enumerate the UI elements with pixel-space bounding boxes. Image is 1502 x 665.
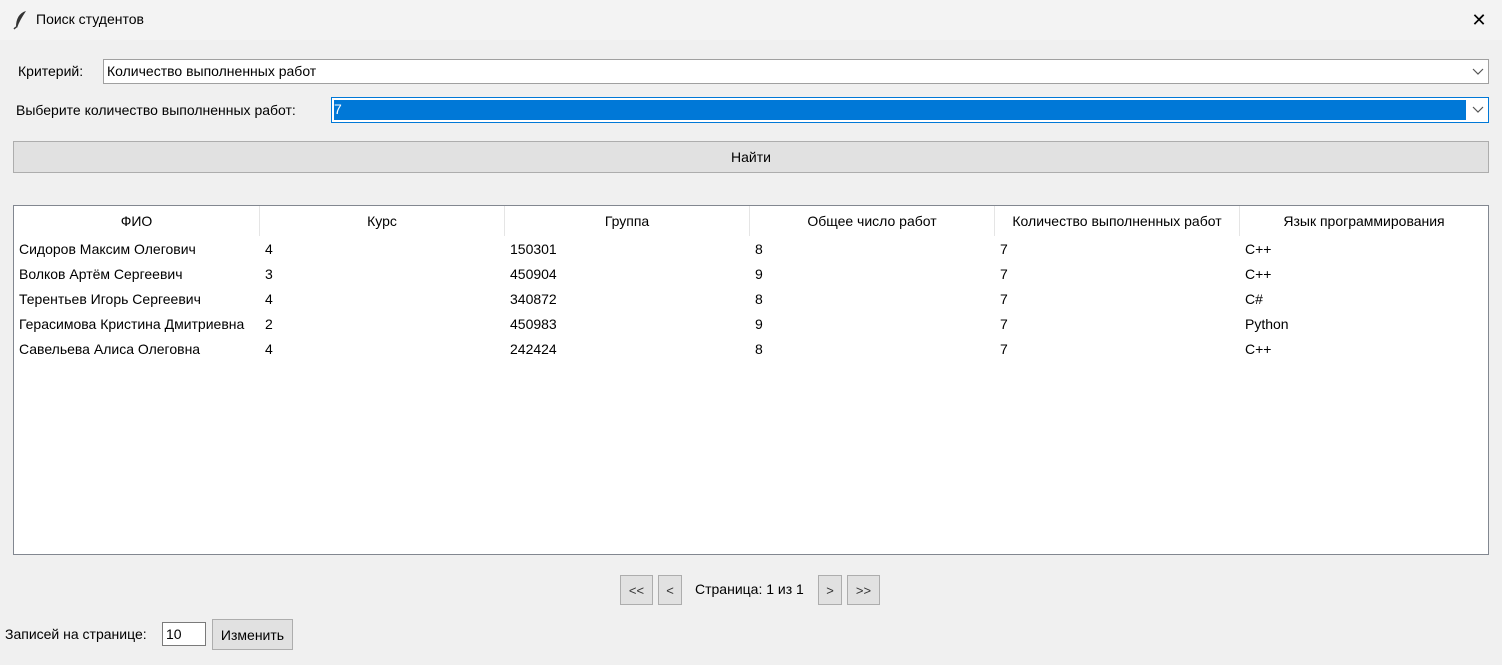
criteria-label: Критерий:	[18, 63, 84, 79]
chevron-down-icon[interactable]	[1468, 98, 1488, 122]
selection-highlight	[334, 100, 1466, 120]
column-header-group[interactable]: Группа	[505, 206, 750, 236]
count-select-label: Выберите количество выполненных работ:	[16, 102, 296, 118]
next-page-button[interactable]: >	[818, 575, 842, 605]
table-row[interactable]: Герасимова Кристина Дмитриевна 2 450983 …	[14, 312, 1488, 337]
find-button[interactable]: Найти	[13, 141, 1489, 173]
cell-course: 3	[265, 266, 273, 282]
results-table: ФИО Курс Группа Общее число работ Количе…	[13, 205, 1489, 555]
table-row[interactable]: Савельева Алиса Олеговна 4 242424 8 7 C+…	[14, 337, 1488, 362]
cell-total-works: 8	[755, 341, 763, 357]
cell-fio: Терентьев Игорь Сергеевич	[19, 291, 201, 307]
cell-fio: Герасимова Кристина Дмитриевна	[19, 316, 245, 332]
cell-total-works: 8	[755, 291, 763, 307]
cell-language: C++	[1245, 241, 1272, 257]
column-header-completed-works[interactable]: Количество выполненных работ	[995, 206, 1240, 236]
cell-total-works: 8	[755, 241, 763, 257]
feather-icon	[13, 11, 26, 30]
records-per-page-input[interactable]	[162, 622, 206, 646]
cell-language: C++	[1245, 266, 1272, 282]
table-row[interactable]: Волков Артём Сергеевич 3 450904 9 7 C++	[14, 262, 1488, 287]
cell-completed-works: 7	[1000, 341, 1008, 357]
last-page-button[interactable]: >>	[847, 575, 880, 605]
chevron-down-icon[interactable]	[1468, 60, 1488, 83]
column-header-language[interactable]: Язык программирования	[1240, 206, 1488, 236]
cell-total-works: 9	[755, 316, 763, 332]
cell-fio: Волков Артём Сергеевич	[19, 266, 183, 282]
prev-page-button[interactable]: <	[658, 575, 682, 605]
first-page-button[interactable]: <<	[620, 575, 653, 605]
cell-completed-works: 7	[1000, 291, 1008, 307]
table-row[interactable]: Сидоров Максим Олегович 4 150301 8 7 C++	[14, 237, 1488, 262]
column-header-fio[interactable]: ФИО	[14, 206, 260, 236]
records-per-page-label: Записей на странице:	[5, 626, 147, 642]
change-button[interactable]: Изменить	[212, 619, 293, 650]
table-header: ФИО Курс Группа Общее число работ Количе…	[14, 206, 1488, 236]
cell-language: Python	[1245, 316, 1289, 332]
cell-completed-works: 7	[1000, 316, 1008, 332]
cell-language: C++	[1245, 341, 1272, 357]
cell-language: C#	[1245, 291, 1263, 307]
column-header-course[interactable]: Курс	[260, 206, 505, 236]
column-header-total-works[interactable]: Общее число работ	[750, 206, 995, 236]
cell-completed-works: 7	[1000, 241, 1008, 257]
cell-course: 2	[265, 316, 273, 332]
count-combobox[interactable]: 7	[331, 97, 1489, 123]
title-bar: Поиск студентов ✕	[0, 0, 1502, 40]
close-button[interactable]: ✕	[1456, 0, 1502, 40]
close-icon: ✕	[1471, 9, 1487, 30]
cell-group: 450983	[510, 316, 557, 332]
window-title: Поиск студентов	[36, 11, 144, 27]
cell-course: 4	[265, 241, 273, 257]
cell-group: 450904	[510, 266, 557, 282]
cell-course: 4	[265, 341, 273, 357]
cell-total-works: 9	[755, 266, 763, 282]
cell-completed-works: 7	[1000, 266, 1008, 282]
criteria-value: Количество выполненных работ	[107, 63, 317, 79]
criteria-combobox[interactable]: Количество выполненных работ	[103, 59, 1489, 84]
page-indicator: Страница: 1 из 1	[695, 581, 804, 597]
cell-fio: Сидоров Максим Олегович	[19, 241, 196, 257]
cell-group: 242424	[510, 341, 557, 357]
cell-group: 150301	[510, 241, 557, 257]
cell-group: 340872	[510, 291, 557, 307]
cell-course: 4	[265, 291, 273, 307]
table-row[interactable]: Терентьев Игорь Сергеевич 4 340872 8 7 C…	[14, 287, 1488, 312]
count-value: 7	[334, 101, 342, 117]
cell-fio: Савельева Алиса Олеговна	[19, 341, 201, 357]
